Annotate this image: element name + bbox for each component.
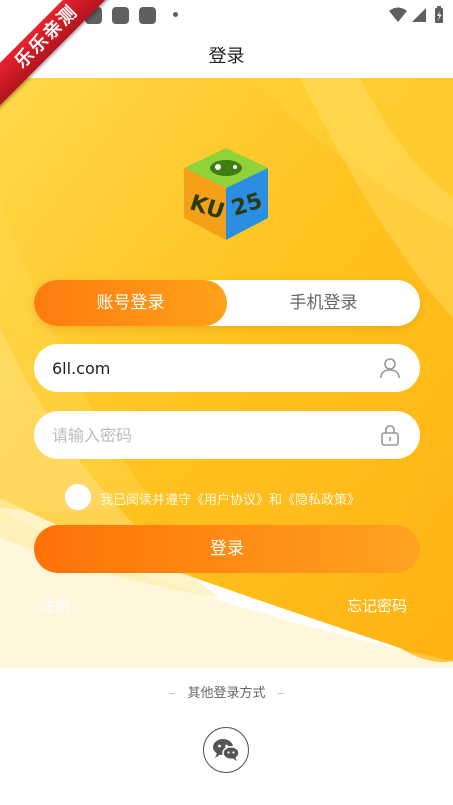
account-field [34, 344, 420, 392]
account-input[interactable] [52, 344, 362, 392]
signal-icon [412, 8, 426, 22]
agreement-prefix: 我已阅读并遵守 [100, 493, 192, 508]
user-icon [380, 358, 400, 379]
agreement-checkbox[interactable] [64, 483, 92, 511]
forgot-password-link[interactable]: 忘记密码 [347, 595, 407, 616]
other-login-label: – 其他登录方式 – [168, 686, 284, 701]
ribbon-label: 乐乐亲测 [0, 0, 118, 108]
privacy-policy-link[interactable]: 《隐私政策》 [282, 493, 360, 508]
wechat-login-button[interactable] [203, 727, 249, 773]
login-mode-tabs: 账号登录 手机登录 [34, 280, 420, 326]
tab-phone-login[interactable]: 手机登录 [227, 280, 420, 326]
login-button[interactable]: 登录 [34, 525, 420, 573]
notification-icon [139, 7, 156, 24]
agreement-conjunction: 和 [269, 493, 283, 508]
wechat-icon [213, 739, 240, 761]
agreement-text: 我已阅读并遵守《用户协议》和《隐私政策》 [100, 489, 360, 508]
password-input[interactable] [52, 411, 362, 459]
wifi-icon [389, 7, 407, 22]
battery-icon [435, 6, 443, 23]
more-notifications-icon [173, 12, 178, 17]
app-logo: KU 25 [184, 148, 268, 240]
corner-ribbon: 乐乐亲测 [0, 0, 120, 120]
tab-account-login[interactable]: 账号登录 [34, 280, 227, 326]
register-link[interactable]: 注册 [40, 595, 70, 616]
password-field [34, 411, 420, 459]
user-agreement-link[interactable]: 《用户协议》 [191, 493, 269, 508]
lock-icon [381, 425, 399, 446]
